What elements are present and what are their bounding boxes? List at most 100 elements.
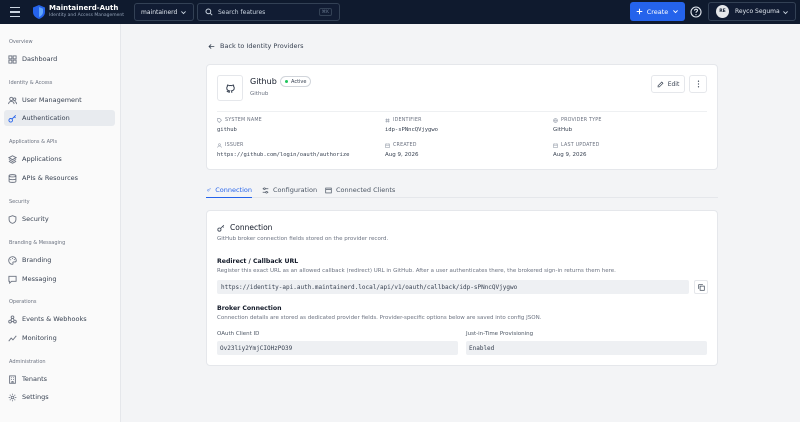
- create-button[interactable]: Create: [630, 2, 685, 21]
- users-icon: [8, 96, 17, 104]
- sidebar-item-tenants[interactable]: Tenants: [4, 371, 115, 387]
- sidebar-item-label: Dashboard: [22, 55, 58, 63]
- gear-icon: [8, 393, 17, 401]
- provider-card: Github Active Github Edit SYSTEM NAME gi…: [206, 64, 718, 170]
- menu-icon[interactable]: [10, 7, 20, 17]
- jit-field[interactable]: Enabled: [466, 341, 707, 355]
- meta-label: IDENTIFIER: [393, 118, 422, 123]
- sidebar-item-branding[interactable]: Branding: [4, 252, 115, 268]
- broker-desc: Connection details are stored as dedicat…: [217, 315, 542, 321]
- webhook-icon: [8, 314, 17, 323]
- meta-provider-type: PROVIDER TYPE GitHub: [553, 118, 602, 133]
- user-name: Reyco Seguma: [735, 8, 780, 15]
- more-options-button[interactable]: [689, 75, 707, 93]
- sidebar-item-dashboard[interactable]: Dashboard: [4, 51, 115, 67]
- dashboard-icon: [8, 54, 17, 64]
- tab-connection[interactable]: Connection: [206, 182, 252, 198]
- calendar-icon: [385, 143, 390, 148]
- tab-bar: Connection Configuration Connected Clien…: [206, 182, 718, 198]
- help-icon[interactable]: [690, 6, 702, 18]
- building-icon: [9, 374, 16, 384]
- status-badge: Active: [280, 76, 312, 87]
- connection-title: Connection: [217, 223, 272, 232]
- chevron-down-icon: [180, 9, 187, 16]
- sliders-icon: [262, 187, 269, 193]
- sidebar-item-security[interactable]: Security: [4, 211, 115, 227]
- client-id-label: OAuth Client ID: [217, 331, 260, 337]
- copy-button[interactable]: [694, 280, 708, 294]
- meta-value: idp-sPNncQVjygwo: [385, 127, 438, 133]
- sidebar-item-messaging[interactable]: Messaging: [4, 271, 115, 287]
- edit-icon: [657, 81, 664, 87]
- meta-system-name: SYSTEM NAME github: [217, 118, 262, 133]
- sidebar-item-authentication[interactable]: Authentication: [4, 110, 115, 126]
- sidebar-item-user-management[interactable]: User Management: [4, 92, 115, 108]
- redirect-desc: Register this exact URL as an allowed ca…: [217, 268, 616, 274]
- shield-icon: [8, 214, 17, 224]
- app-subtitle: Identity and Access Management: [49, 13, 125, 18]
- section-title-administration: Administration: [9, 359, 46, 365]
- status-dot: [285, 80, 288, 83]
- sidebar-item-label: Monitoring: [22, 334, 57, 342]
- meta-value: GitHub: [553, 127, 573, 133]
- tab-label: Configuration: [273, 186, 318, 194]
- sidebar-item-events-webhooks[interactable]: Events & Webhooks: [4, 311, 115, 327]
- sidebar-item-label: APIs & Resources: [22, 174, 79, 182]
- sidebar-item-label: Messaging: [22, 275, 57, 283]
- edit-button[interactable]: Edit: [651, 75, 685, 93]
- section-title-overview: Overview: [9, 39, 33, 45]
- avatar: RE: [716, 5, 729, 18]
- sidebar-item-applications[interactable]: Applications: [4, 151, 115, 167]
- sidebar-item-label: Security: [22, 215, 49, 223]
- connection-desc: GitHub broker connection fields stored o…: [217, 236, 389, 242]
- sidebar-item-label: Applications: [22, 155, 62, 163]
- meta-label: PROVIDER TYPE: [561, 118, 602, 123]
- tab-connected-clients[interactable]: Connected Clients: [325, 182, 395, 198]
- client-id-field[interactable]: Ov23liy2YmjCIOHzPO39: [217, 341, 458, 355]
- provider-name: Github: [250, 77, 277, 86]
- redirect-title: Redirect / Callback URL: [217, 258, 299, 265]
- back-link[interactable]: Back to Identity Providers: [208, 42, 304, 50]
- search-icon: [205, 8, 213, 16]
- user-menu[interactable]: RE Reyco Seguma: [708, 2, 796, 21]
- meta-value: Aug 9, 2026: [553, 152, 587, 158]
- database-icon: [8, 173, 17, 183]
- meta-label: ISSUER: [225, 143, 244, 148]
- sidebar: Overview Dashboard Identity & Access Use…: [0, 24, 121, 422]
- key-icon: [8, 114, 17, 123]
- tab-label: Connected Clients: [336, 186, 396, 194]
- meta-created: CREATED Aug 9, 2026: [385, 143, 418, 158]
- hash-icon: [385, 118, 390, 123]
- sidebar-item-label: Tenants: [22, 375, 48, 383]
- provider-subtitle: Github: [250, 91, 269, 97]
- tab-configuration[interactable]: Configuration: [262, 182, 317, 198]
- sidebar-item-label: Branding: [22, 256, 52, 264]
- meta-issuer: ISSUER https://github.com/login/oauth/au…: [217, 143, 349, 158]
- section-title-identity: Identity & Access: [9, 80, 53, 86]
- chevron-down-icon: [672, 8, 679, 15]
- user-icon: [217, 143, 222, 148]
- tenant-selector[interactable]: maintainerd: [134, 3, 194, 21]
- sidebar-item-monitoring[interactable]: Monitoring: [4, 330, 115, 346]
- sidebar-item-label: Settings: [22, 393, 49, 401]
- tenant-name: maintainerd: [141, 8, 178, 16]
- search-input[interactable]: Search features ⌘K: [197, 3, 340, 21]
- tab-label: Connection: [215, 185, 252, 194]
- sidebar-item-apis[interactable]: APIs & Resources: [4, 170, 115, 186]
- top-bar: Maintainerd-Auth Identity and Access Man…: [0, 0, 800, 24]
- jit-label: Just-in-Time Provisioning: [466, 331, 534, 337]
- meta-value: https://github.com/login/oauth/authorize: [217, 152, 350, 158]
- redirect-url-field[interactable]: https://identity-api.auth.maintainerd.lo…: [217, 280, 689, 294]
- key-icon: [207, 187, 211, 192]
- meta-value: github: [217, 127, 237, 133]
- section-title-operations: Operations: [9, 299, 37, 305]
- provider-logo: [217, 75, 243, 101]
- meta-label: LAST UPDATED: [561, 143, 600, 148]
- arrow-left-icon: [208, 43, 215, 50]
- meta-value: Aug 9, 2026: [385, 152, 419, 158]
- copy-icon: [697, 283, 705, 291]
- more-vertical-icon: [697, 80, 699, 88]
- sidebar-item-settings[interactable]: Settings: [4, 389, 115, 405]
- section-title-branding: Branding & Messaging: [9, 240, 66, 246]
- calendar-icon: [553, 143, 558, 148]
